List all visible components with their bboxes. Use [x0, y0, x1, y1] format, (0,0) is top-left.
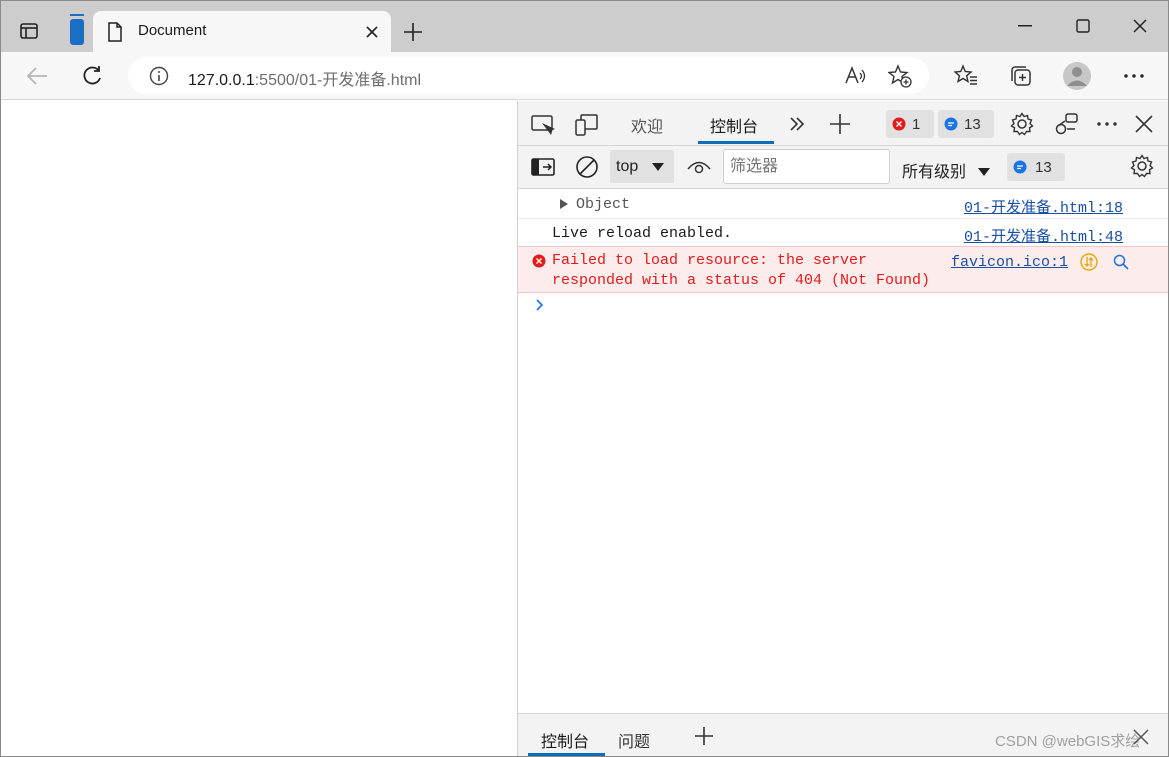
console-message: Live reload enabled.: [552, 225, 733, 242]
favorites-icon[interactable]: [954, 64, 978, 86]
add-tool-icon[interactable]: [829, 113, 851, 135]
source-link[interactable]: 01-开发准备.html:48: [964, 225, 1123, 246]
chevron-down-icon: [978, 168, 991, 176]
maximize-icon[interactable]: [1076, 19, 1090, 33]
tab-strip: Document: [1, 1, 1168, 52]
more-options-icon[interactable]: [1124, 74, 1144, 78]
browser-toolbar: 127.0.0.1:5500/01-开发准备.html: [1, 52, 1168, 100]
close-devtools-icon[interactable]: [1135, 115, 1153, 133]
page-viewport[interactable]: [1, 101, 517, 756]
console-prompt-icon[interactable]: [536, 299, 544, 311]
inspect-element-icon[interactable]: [531, 114, 555, 136]
new-tab-icon[interactable]: [403, 22, 423, 42]
error-count-badge[interactable]: 1: [886, 110, 934, 138]
collections-icon[interactable]: [1009, 64, 1033, 88]
console-row-live-reload: Live reload enabled. 01-开发准备.html:48: [518, 219, 1168, 247]
add-favorite-icon[interactable]: [888, 64, 912, 88]
levels-message-count: 13: [1035, 158, 1052, 176]
error-count: 1: [912, 115, 921, 133]
more-tabs-icon[interactable]: [789, 117, 805, 131]
info-message-icon: [1013, 160, 1027, 174]
console-toolbar: top 所有级别 13: [518, 146, 1168, 189]
chevron-down-icon: [652, 163, 664, 171]
show-sidebar-icon[interactable]: [531, 157, 555, 177]
console-settings-icon[interactable]: [1130, 154, 1154, 178]
clear-console-icon[interactable]: [575, 155, 599, 179]
tab-title: Document: [138, 22, 207, 39]
search-icon[interactable]: [1112, 253, 1130, 271]
console-message[interactable]: Object: [576, 196, 630, 213]
connect-icon[interactable]: [1055, 112, 1079, 136]
active-tab-indicator: [698, 141, 774, 144]
close-window-icon[interactable]: [1133, 19, 1147, 33]
source-link[interactable]: favicon.ico:1: [951, 254, 1068, 271]
console-row-error: Failed to load resource: the server resp…: [518, 246, 1168, 293]
drawer-add-tool-icon[interactable]: [694, 726, 714, 746]
source-link[interactable]: 01-开发准备.html:18: [964, 196, 1123, 217]
vertical-tabs-icon[interactable]: [69, 14, 85, 46]
url-text[interactable]: 127.0.0.1:5500/01-开发准备.html: [188, 66, 421, 90]
filter-input[interactable]: [723, 149, 890, 184]
site-info-icon[interactable]: [149, 66, 169, 86]
drawer-tab-bar: 控制台 问题 CSDN @webGIS求绘: [518, 713, 1168, 756]
error-message-line2: responded with a status of 404 (Not Foun…: [552, 272, 931, 289]
profile-avatar-icon[interactable]: [1062, 61, 1092, 91]
drawer-active-indicator: [528, 753, 605, 756]
context-value: top: [616, 158, 639, 175]
message-count-badge[interactable]: 13: [938, 110, 994, 138]
browser-window: Document 127.0.0.1:5500/01-开发准备.html 欢迎 …: [0, 0, 1169, 757]
log-levels-select[interactable]: 所有级别: [902, 158, 991, 182]
url-path: :5500/01-开发准备.html: [254, 72, 422, 89]
watermark: CSDN @webGIS求绘: [995, 733, 1141, 750]
tab-document[interactable]: Document: [93, 11, 391, 52]
message-count: 13: [964, 115, 981, 133]
log-levels-label: 所有级别: [902, 164, 967, 181]
info-message-icon: [944, 117, 958, 131]
devtools-more-icon[interactable]: [1097, 122, 1117, 126]
page-icon: [107, 22, 123, 42]
tab-actions-icon[interactable]: [19, 21, 39, 41]
error-icon: [532, 254, 546, 268]
minimize-icon[interactable]: [1018, 25, 1032, 27]
console-row-object[interactable]: Object 01-开发准备.html:18: [518, 189, 1168, 219]
error-icon: [892, 117, 906, 131]
back-icon[interactable]: [26, 66, 48, 86]
network-request-icon[interactable]: [1080, 253, 1098, 271]
url-host: 127.0.0.1: [188, 72, 255, 89]
refresh-icon[interactable]: [81, 65, 103, 87]
close-drawer-icon[interactable]: [1133, 729, 1149, 745]
address-bar[interactable]: 127.0.0.1:5500/01-开发准备.html: [128, 57, 929, 94]
read-aloud-icon[interactable]: [844, 65, 866, 87]
drawer-tab-console[interactable]: 控制台: [541, 728, 589, 752]
device-emulation-icon[interactable]: [575, 113, 599, 137]
expand-triangle-icon[interactable]: [560, 199, 568, 209]
tab-console[interactable]: 控制台: [710, 113, 758, 137]
live-expression-eye-icon[interactable]: [687, 158, 711, 176]
error-message-line1: Failed to load resource: the server: [552, 252, 868, 269]
context-select[interactable]: top: [610, 150, 674, 183]
devtools-tab-bar: 欢迎 控制台 1 13: [518, 101, 1168, 146]
settings-icon[interactable]: [1010, 112, 1034, 136]
levels-message-badge[interactable]: 13: [1007, 153, 1065, 181]
close-tab-icon[interactable]: [365, 25, 379, 39]
devtools-panel: 欢迎 控制台 1 13 top 筛选器 所有级别 13 Object 01-开发…: [517, 101, 1168, 756]
tab-welcome[interactable]: 欢迎: [631, 113, 663, 137]
drawer-tab-issues[interactable]: 问题: [618, 728, 650, 752]
